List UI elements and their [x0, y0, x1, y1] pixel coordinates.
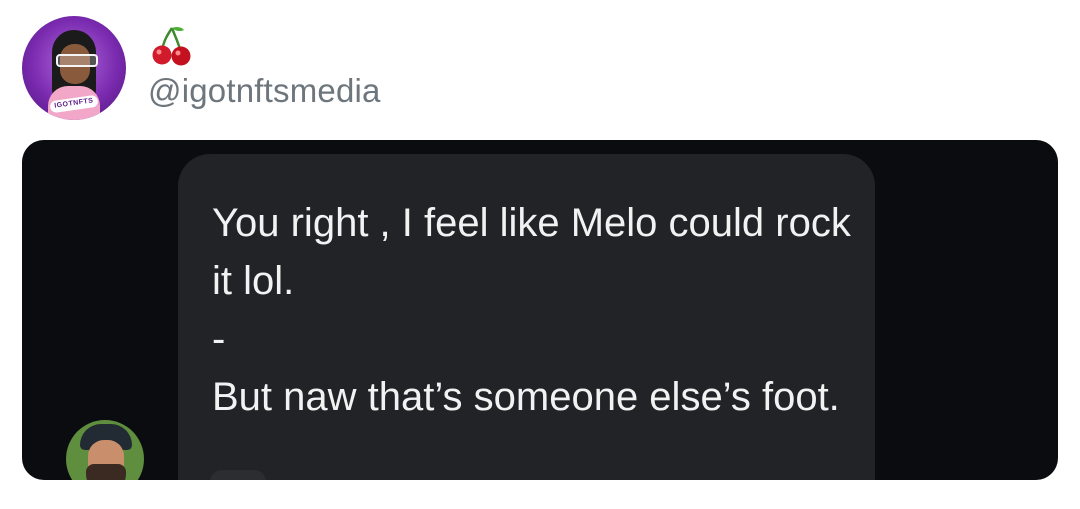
message-line: You right , I feel like Melo could rock … — [212, 201, 851, 303]
message-line: But naw that’s someone else’s foot. — [212, 375, 840, 419]
author-handle[interactable]: @igotnftsmedia — [148, 72, 381, 110]
sender-avatar — [66, 420, 144, 480]
cherries-emoji-icon — [152, 26, 191, 66]
reaction-pill — [210, 470, 266, 480]
avatar-glasses-icon — [56, 54, 98, 67]
author-avatar[interactable]: IGOTNFTS — [22, 16, 126, 120]
sender-beard — [86, 464, 126, 480]
message-bubble: You right , I feel like Melo could rock … — [178, 154, 875, 480]
attached-screenshot-image[interactable]: You right , I feel like Melo could rock … — [22, 140, 1058, 480]
message-text: You right , I feel like Melo could rock … — [212, 194, 852, 426]
message-line: - — [212, 317, 226, 361]
